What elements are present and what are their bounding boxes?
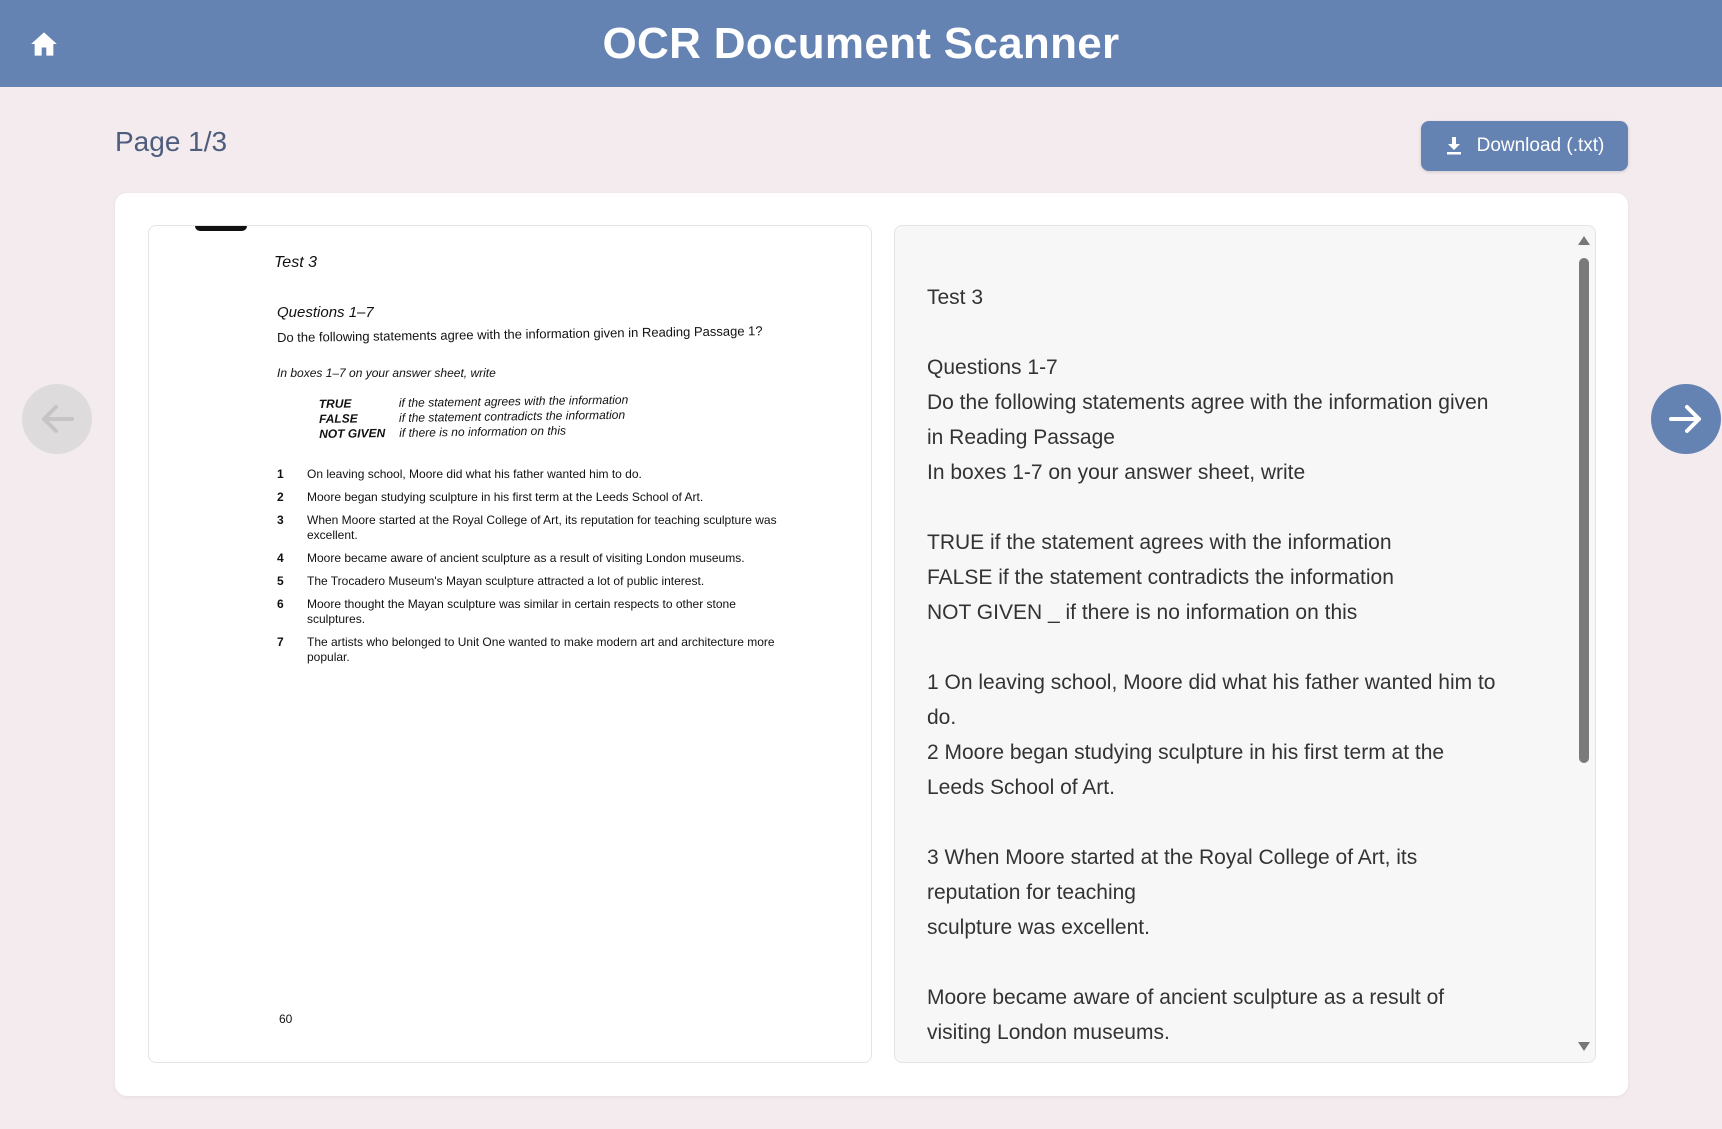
ocr-text-line: TRUE if the statement agrees with the in… <box>927 531 1392 554</box>
ocr-text-line: do. <box>927 706 957 729</box>
scroll-thumb[interactable] <box>1579 258 1589 763</box>
legend-key: NOT GIVEN <box>319 425 386 441</box>
ocr-text-line: 2 Moore began studying sculpture in his … <box>927 741 1445 764</box>
legend-key: TRUE <box>318 396 352 411</box>
legend-key: FALSE <box>318 410 358 426</box>
ocr-text-line: 3 When Moore started at the Royal Colleg… <box>927 846 1418 869</box>
ocr-text-content: Test 3 Questions 1-7 Do the following stat… <box>927 280 1527 1050</box>
scan-question-item: 6 Moore thought the Mayan sculpture was s… <box>277 597 797 627</box>
ocr-blank-line <box>927 490 1527 525</box>
next-page-button[interactable] <box>1651 384 1721 454</box>
ocr-text-line: FALSE if the statement contradicts the i… <box>927 566 1394 589</box>
scan-question-item: 2 Moore began studying sculpture in his f… <box>277 490 797 505</box>
scan-question-item: 3 When Moore started at the Royal College… <box>277 513 797 543</box>
legend-value: if there is no information on this <box>399 423 567 440</box>
ocr-blank-line <box>927 315 1527 350</box>
scroll-up-arrow-icon[interactable] <box>1578 236 1590 245</box>
question-text: Moore thought the Mayan sculpture was si… <box>307 597 736 626</box>
question-text: The artists who belonged to Unit One wan… <box>307 635 775 664</box>
page-indicator: Page 1/3 <box>115 126 228 157</box>
arrow-right-icon <box>1669 405 1701 433</box>
ocr-text-line: Test 3 <box>927 286 984 309</box>
question-number: 4 <box>277 551 284 565</box>
scan-page-number: 60 <box>279 1012 293 1026</box>
question-number: 5 <box>277 574 284 588</box>
question-number: 3 <box>277 513 284 527</box>
ocr-blank-line <box>927 805 1527 840</box>
ocr-blank-line <box>927 945 1527 980</box>
document-card: Test 3 Questions 1–7 Do the following st… <box>115 193 1628 1096</box>
ocr-text-line: reputation for teaching <box>927 881 1136 904</box>
question-number: 1 <box>277 467 284 481</box>
scan-test-title: Test 3 <box>274 254 317 271</box>
question-text: On leaving school, Moore did what his fa… <box>307 467 642 481</box>
scan-questions-heading: Questions 1–7 <box>277 304 374 321</box>
ocr-text-panel[interactable]: Test 3 Questions 1-7 Do the following stat… <box>894 225 1596 1063</box>
ocr-text-line: sculpture was excellent. <box>927 916 1150 939</box>
scroll-down-arrow-icon[interactable] <box>1578 1042 1590 1051</box>
ocr-text-line: in Reading Passage <box>927 426 1115 449</box>
download-button[interactable]: Download (.txt) <box>1421 121 1628 171</box>
scan-intro: Do the following statements agree with t… <box>276 323 763 345</box>
question-text: Moore became aware of ancient sculpture … <box>307 551 745 565</box>
scan-question-item: 7 The artists who belonged to Unit One wa… <box>277 635 797 665</box>
question-text: Moore began studying sculpture in his fi… <box>307 490 704 504</box>
ocr-blank-line <box>927 630 1527 665</box>
scan-question-list: 1 On leaving school, Moore did what his f… <box>277 467 797 673</box>
scan-boxes-instruction: In boxes 1–7 on your answer sheet, write <box>277 366 496 380</box>
ocr-text-line: Questions 1-7 <box>927 356 1058 379</box>
question-number: 6 <box>277 597 284 611</box>
question-number: 2 <box>277 490 284 504</box>
app-header: OCR Document Scanner <box>0 0 1722 87</box>
download-label: Download (.txt) <box>1476 135 1605 156</box>
previous-page-button[interactable] <box>22 384 92 454</box>
app-title: OCR Document Scanner <box>602 19 1120 68</box>
question-text: When Moore started at the Royal College … <box>307 513 777 542</box>
scan-question-item: 1 On leaving school, Moore did what his f… <box>277 467 797 482</box>
download-icon <box>1446 137 1461 155</box>
ocr-text-line: Moore became aware of ancient sculpture … <box>927 986 1445 1009</box>
text-scrollbar[interactable] <box>1573 226 1595 1062</box>
ocr-text-line: NOT GIVEN _ if there is no information o… <box>927 601 1358 624</box>
scan-legend: TRUE if the statement agrees with the in… <box>319 392 629 441</box>
ocr-text-line: Do the following statements agree with t… <box>927 391 1489 414</box>
ocr-text-line: In boxes 1-7 on your answer sheet, write <box>927 461 1306 484</box>
ocr-text-line: Leeds School of Art. <box>927 776 1115 799</box>
ocr-text-line: visiting London museums. <box>927 1021 1170 1044</box>
scan-question-item: 4 Moore became aware of ancient sculpture… <box>277 551 797 566</box>
scan-mark <box>195 226 247 231</box>
scan-question-item: 5 The Trocadero Museum's Mayan sculpture … <box>277 574 797 589</box>
question-number: 7 <box>277 635 284 649</box>
scanned-page-image: Test 3 Questions 1–7 Do the following st… <box>148 225 872 1063</box>
arrow-left-icon <box>42 405 74 433</box>
ocr-text-line: 1 On leaving school, Moore did what his … <box>927 671 1496 694</box>
question-text: The Trocadero Museum's Mayan sculpture a… <box>307 574 705 588</box>
